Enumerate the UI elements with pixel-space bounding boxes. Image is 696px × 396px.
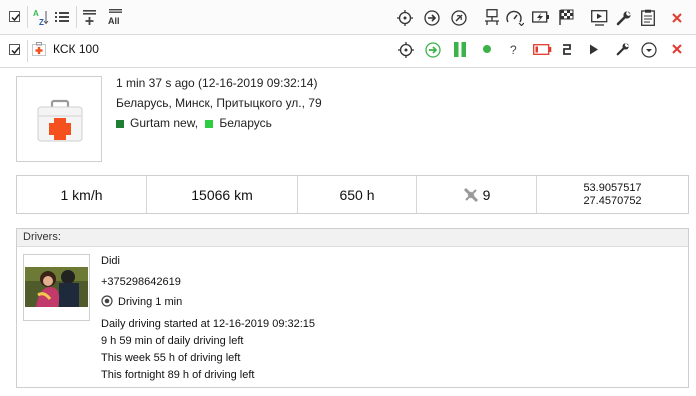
driving-status-icon [101,295,113,307]
driver-phone[interactable]: +375298642619 [101,276,181,288]
latitude-value: 53.9057517 [583,181,642,194]
arrow-right-icon[interactable] [424,10,440,26]
battery-icon[interactable] [532,11,550,24]
medkit-icon [32,42,46,56]
engine-hours-value: 650 h [339,186,375,203]
play-icon[interactable] [589,44,599,55]
battery-low-icon [533,44,552,55]
unit-image [16,76,102,162]
group-label[interactable]: Беларусь [219,116,271,130]
flag-icon[interactable] [559,9,575,25]
clipboard-icon[interactable] [641,9,655,26]
driver-photo [23,254,90,321]
wrench-icon[interactable] [616,10,632,26]
add-group-icon[interactable] [83,9,96,25]
dropdown-icon[interactable] [641,42,657,58]
driver-name[interactable]: Didi [101,255,120,267]
all-icon[interactable]: All [108,8,124,26]
drivers-panel: Drivers: Didi +375298642619 Driving 1 mi… [16,228,689,388]
mileage-cell: 15066 km [147,176,298,213]
medkit-icon [37,99,83,142]
svg-text:All: All [108,16,120,26]
unit-name[interactable]: КСК 100 [53,42,99,56]
driver-status: Driving 1 min [101,295,182,308]
speedometer-icon[interactable] [506,10,524,26]
status-dot-icon [483,45,491,53]
coordinates-cell: 53.9057517 27.4570752 [537,176,688,213]
speed-cell: 1 km/h [17,176,147,213]
svg-text:?: ? [510,43,517,57]
daily-driving-left: 9 h 59 min of daily driving left [101,335,244,347]
driver-photo-image [24,255,89,320]
sort-az-icon[interactable]: A Z [33,9,49,26]
select-all-checkbox[interactable] [9,11,20,22]
longitude-value: 27.4570752 [583,194,642,207]
weekly-driving-left: This week 55 h of driving left [101,352,241,364]
satellite-icon [463,187,478,202]
stats-panel: 1 km/h 15066 km 650 h 9 53.9057517 27.45… [16,175,689,214]
engine-hours-cell: 650 h [298,176,417,213]
speed-value: 1 km/h [60,186,103,203]
send-icon[interactable] [425,42,441,58]
close-icon[interactable] [672,13,682,23]
mileage-value: 15066 km [191,186,253,203]
svg-text:A: A [33,9,39,18]
list-icon[interactable] [55,11,69,23]
locate-icon[interactable] [397,10,413,26]
unit-address: Беларусь, Минск, Притыцкого ул., 79 [116,96,322,110]
signal-icon[interactable] [451,10,467,26]
locate-icon[interactable] [398,42,414,58]
daily-driving-start: Daily driving started at 12-16-2019 09:3… [101,318,316,330]
fortnight-driving-left: This fortnight 89 h of driving left [101,369,255,381]
satellites-value: 9 [482,186,491,203]
last-message-time: 1 min 37 s ago (12-16-2019 09:32:14) [116,76,318,90]
unit-groups: Gurtam new, Беларусь [116,116,272,130]
toolbar: A Z All [0,0,696,35]
drivers-header: Drivers: [17,229,688,247]
question-icon[interactable]: ? [509,42,519,57]
driver-sensor-icon [563,44,571,55]
close-icon[interactable] [672,44,682,54]
svg-text:Z: Z [39,18,44,26]
pause-icon[interactable] [453,42,467,57]
group-color-dark [116,119,124,128]
video-icon[interactable] [591,10,608,26]
wrench-icon[interactable] [616,42,630,56]
driver-status-text: Driving 1 min [118,296,183,308]
group-color-light [205,119,214,128]
satellites-cell: 9 [417,176,537,213]
network-icon[interactable] [484,9,500,26]
group-label[interactable]: Gurtam new, [130,116,198,130]
unit-checkbox[interactable] [9,44,20,55]
